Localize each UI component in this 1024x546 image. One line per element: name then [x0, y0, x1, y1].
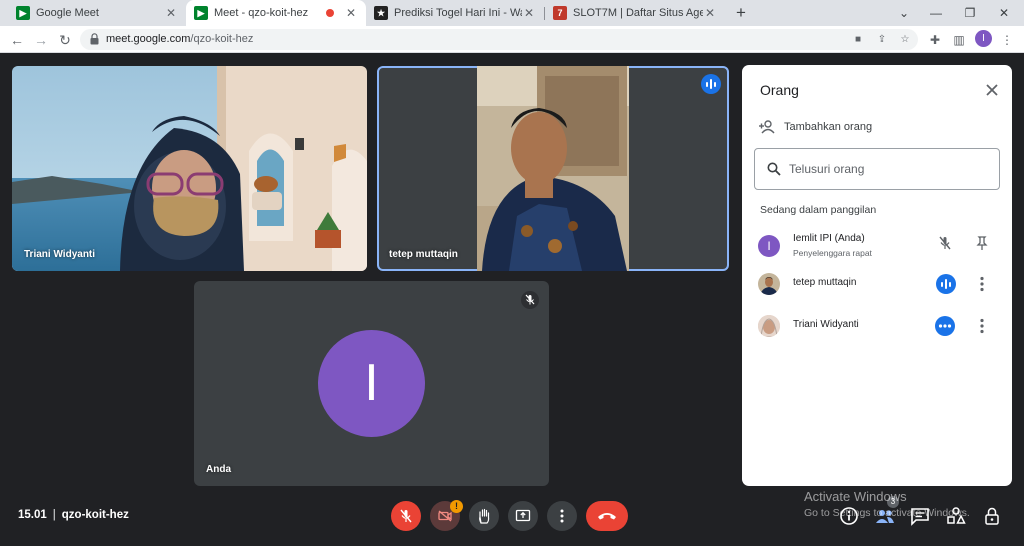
restore-icon[interactable]: ❐: [956, 3, 984, 23]
url-text: meet.google.com/qzo-koit-hez: [106, 33, 254, 45]
site-favicon-icon: ★: [374, 6, 388, 20]
tab-title: Meet - qzo-koit-hez: [214, 7, 309, 19]
speaking-indicator-icon: [701, 74, 721, 94]
current-time: 15.01: [18, 509, 47, 521]
minimize-icon[interactable]: —: [922, 3, 950, 23]
video-tile-self[interactable]: I Anda: [194, 281, 549, 486]
site-favicon-icon: 7: [553, 6, 567, 20]
close-tab-icon[interactable]: ✕: [522, 6, 536, 20]
raise-hand-button[interactable]: [469, 501, 499, 531]
recording-dot-icon: [326, 9, 334, 17]
participant-name: Anda: [206, 464, 231, 475]
chrome-menu-icon[interactable]: ⋮: [998, 31, 1016, 49]
self-avatar: I: [318, 330, 425, 437]
window-close-icon[interactable]: ✕: [990, 3, 1018, 23]
participant-row-triani[interactable]: Triani Widyanti: [742, 307, 1012, 347]
lock-icon: [90, 33, 99, 45]
meeting-info: 15.01 | qzo-koit-hez: [18, 509, 129, 521]
tab-title: SLOT7M | Daftar Situs Agen Judi: [573, 7, 703, 19]
participant-name: Triani Widyanti: [24, 249, 96, 260]
profile-avatar[interactable]: I: [975, 30, 992, 47]
browser-tab-strip: ▶ Google Meet ✕ ▶ Meet - qzo-koit-hez ✕ …: [0, 0, 1024, 26]
leave-call-button[interactable]: [586, 501, 628, 531]
google-meet-icon: ▶: [194, 6, 208, 20]
more-options-icon[interactable]: [973, 275, 991, 293]
pin-icon[interactable]: [973, 234, 991, 252]
tab-title: Google Meet: [36, 7, 99, 19]
present-screen-button[interactable]: [508, 501, 538, 531]
bookmark-star-icon[interactable]: ☆: [897, 32, 913, 48]
close-tab-icon[interactable]: ✕: [703, 6, 717, 20]
add-person-icon: [759, 120, 775, 134]
participant-row-tetep[interactable]: tetep muttaqin: [742, 265, 1012, 305]
participant-name: Iemlit IPI (Anda): [793, 233, 865, 244]
present-icon: [515, 509, 531, 522]
hang-up-icon: [598, 513, 616, 520]
activate-windows-subtitle: Go to Settings to activate Windows.: [804, 507, 970, 519]
tab-google-meet[interactable]: ▶ Google Meet ✕: [8, 0, 186, 26]
search-people-input[interactable]: [789, 158, 989, 180]
google-meet-icon: ▶: [16, 6, 30, 20]
search-icon: [767, 162, 781, 176]
tab-prediksi-togel[interactable]: ★ Prediksi Togel Hari Ini - Wangsit ✕: [366, 0, 544, 26]
divider: |: [52, 509, 56, 521]
participant-avatar: [758, 315, 780, 337]
forward-icon[interactable]: →: [30, 29, 52, 51]
new-tab-button[interactable]: +: [731, 3, 751, 23]
participant-name: tetep muttaqin: [389, 249, 458, 260]
more-actions-button[interactable]: [547, 501, 577, 531]
more-options-icon[interactable]: [973, 317, 991, 335]
host-controls-icon[interactable]: [983, 506, 1003, 526]
tab-search-chevron-icon[interactable]: ⌄: [890, 3, 918, 23]
tab-slot7m[interactable]: 7 SLOT7M | Daftar Situs Agen Judi ✕: [545, 0, 725, 26]
extensions-puzzle-icon[interactable]: ✚: [926, 31, 944, 49]
muted-mic-icon: [939, 236, 951, 250]
muted-mic-icon: [521, 291, 539, 309]
participant-avatar: I: [758, 235, 780, 257]
close-panel-icon[interactable]: [983, 81, 1001, 99]
audio-dots-icon: [935, 316, 955, 336]
side-panel-icon[interactable]: ▥: [950, 31, 968, 49]
meeting-code: qzo-koit-hez: [61, 509, 129, 521]
address-bar[interactable]: meet.google.com/qzo-koit-hez ■ ⇪ ☆: [80, 29, 918, 50]
add-people-label: Tambahkan orang: [784, 121, 873, 133]
close-tab-icon[interactable]: ✕: [164, 6, 178, 20]
close-tab-icon[interactable]: ✕: [344, 6, 358, 20]
raise-hand-icon: [479, 508, 490, 524]
add-people-button[interactable]: Tambahkan orang: [758, 120, 872, 134]
browser-toolbar: ← → ↻ meet.google.com/qzo-koit-hez ■ ⇪ ☆…: [0, 26, 1024, 53]
video-feed-image: [12, 66, 367, 271]
more-vert-icon: [560, 509, 564, 523]
mic-off-icon: [400, 509, 412, 523]
reload-icon[interactable]: ↻: [54, 29, 76, 51]
people-panel: Orang Tambahkan orang Sedang dalam pangg…: [742, 65, 1012, 486]
activate-windows-title: Activate Windows: [804, 489, 907, 504]
video-feed-image: [477, 66, 629, 271]
participant-name: Triani Widyanti: [793, 319, 859, 330]
back-icon[interactable]: ←: [6, 29, 28, 51]
tab-meet-session[interactable]: ▶ Meet - qzo-koit-hez ✕: [186, 0, 366, 26]
participant-role: Penyelenggara rapat: [793, 248, 872, 258]
search-people-field[interactable]: [754, 148, 1000, 190]
speaking-indicator-icon: [936, 274, 956, 294]
mic-toggle-button[interactable]: [391, 501, 421, 531]
participant-avatar: [758, 273, 780, 295]
participant-name: tetep muttaqin: [793, 277, 857, 288]
video-tile-triani[interactable]: Triani Widyanti: [12, 66, 367, 271]
video-tile-tetep[interactable]: tetep muttaqin: [377, 66, 729, 271]
camera-warning-badge: !: [450, 500, 463, 513]
panel-title: Orang: [760, 82, 799, 98]
in-call-section-heading: Sedang dalam panggilan: [760, 204, 877, 216]
camera-in-use-icon[interactable]: ■: [850, 32, 866, 48]
share-icon[interactable]: ⇪: [874, 32, 890, 48]
tab-title: Prediksi Togel Hari Ini - Wangsit: [394, 7, 522, 19]
participant-row-self[interactable]: I Iemlit IPI (Anda) Penyelenggara rapat: [742, 227, 1012, 267]
